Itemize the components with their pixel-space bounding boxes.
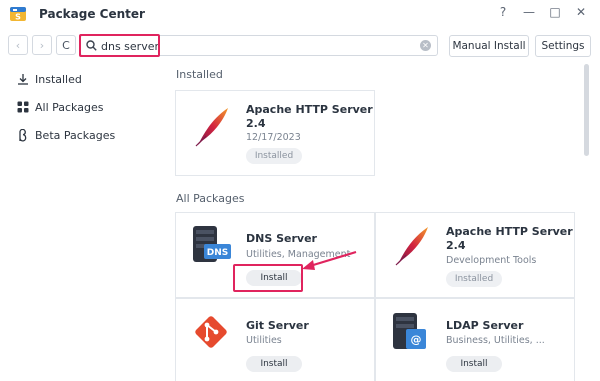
install-button-ldap-server[interactable]: Install xyxy=(446,356,502,372)
dns-icon-label: DNS xyxy=(207,248,229,258)
install-button-dns-server[interactable]: Install xyxy=(246,270,302,286)
package-center-app-icon: S xyxy=(9,5,27,23)
package-name: Apache HTTP Server xyxy=(246,103,373,116)
package-category: Development Tools xyxy=(446,255,537,266)
package-card-git-server[interactable]: Git Server Utilities Install xyxy=(175,298,375,381)
download-icon xyxy=(16,73,29,86)
clear-search-icon[interactable]: ✕ xyxy=(420,40,431,51)
package-name-version: 2.4 xyxy=(446,239,466,252)
package-category: Utilities xyxy=(246,335,282,346)
main-content: Installed Apache HTTP Server 2.4 12/17/2… xyxy=(165,62,585,381)
close-button[interactable]: ✕ xyxy=(574,5,588,19)
installed-badge: Installed xyxy=(246,148,302,164)
minimize-button[interactable]: — xyxy=(522,5,536,19)
beta-icon xyxy=(16,128,29,142)
git-icon xyxy=(190,311,232,353)
search-icon xyxy=(86,40,97,51)
ldap-icon-label: @ xyxy=(411,333,422,346)
package-name: LDAP Server xyxy=(446,319,524,332)
manual-install-button[interactable]: Manual Install xyxy=(449,35,529,57)
package-category: Business, Utilities, ... xyxy=(446,335,545,346)
dns-server-icon: DNS xyxy=(190,224,232,266)
back-button[interactable]: ‹ xyxy=(8,35,28,55)
package-name: Apache HTTP Server xyxy=(446,225,573,238)
package-category: Utilities, Management xyxy=(246,249,351,260)
package-name: DNS Server xyxy=(246,232,317,245)
sidebar-item-beta-packages[interactable]: Beta Packages xyxy=(16,126,115,144)
toolbar: ‹ › C ✕ Manual Install Settings xyxy=(0,33,600,59)
package-card-apache[interactable]: Apache HTTP Server 2.4 Development Tools… xyxy=(375,212,575,298)
title-bar: S Package Center ? — □ ✕ xyxy=(0,0,600,28)
sidebar-item-installed[interactable]: Installed xyxy=(16,70,82,88)
package-date: 12/17/2023 xyxy=(246,132,301,143)
grid-icon xyxy=(16,101,29,114)
help-button[interactable]: ? xyxy=(496,5,510,19)
install-button-git-server[interactable]: Install xyxy=(246,356,302,372)
package-card-dns-server[interactable]: DNS DNS Server Utilities, Management Ins… xyxy=(175,212,375,298)
sidebar-item-label: All Packages xyxy=(35,100,104,114)
refresh-button[interactable]: C xyxy=(56,35,76,55)
scrollbar[interactable] xyxy=(584,64,589,156)
search-box[interactable]: ✕ xyxy=(80,35,438,56)
package-name: Git Server xyxy=(246,319,309,332)
settings-button[interactable]: Settings xyxy=(535,35,591,57)
maximize-button[interactable]: □ xyxy=(548,5,562,19)
window-title: Package Center xyxy=(39,7,145,21)
apache-feather-icon xyxy=(190,105,232,147)
sidebar-item-label: Installed xyxy=(35,72,82,86)
sidebar: Installed All Packages Beta Packages xyxy=(0,62,165,381)
ldap-server-icon: @ xyxy=(390,311,432,353)
apache-feather-icon xyxy=(390,224,432,266)
package-card-ldap-server[interactable]: @ LDAP Server Business, Utilities, ... I… xyxy=(375,298,575,381)
package-name-version: 2.4 xyxy=(246,117,266,130)
package-card-apache-installed[interactable]: Apache HTTP Server 2.4 12/17/2023 Instal… xyxy=(175,90,375,176)
sidebar-item-label: Beta Packages xyxy=(35,128,116,142)
all-packages-section-title: All Packages xyxy=(176,192,245,205)
svg-text:S: S xyxy=(15,13,21,22)
forward-button[interactable]: › xyxy=(32,35,52,55)
installed-badge: Installed xyxy=(446,271,502,287)
installed-section-title: Installed xyxy=(176,68,223,81)
sidebar-item-all-packages[interactable]: All Packages xyxy=(16,98,103,116)
search-input[interactable] xyxy=(101,38,401,54)
